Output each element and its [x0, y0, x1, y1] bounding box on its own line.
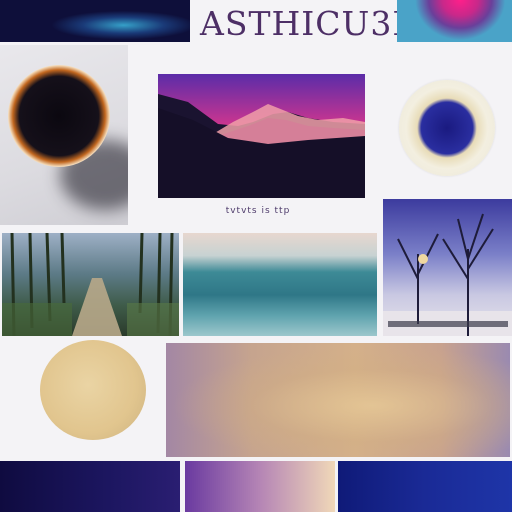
sand-texture-tile [166, 343, 510, 457]
top-left-blue-water-tile [0, 0, 190, 42]
bottom-violet-swatch [185, 461, 335, 512]
misty-lake-tile [183, 233, 377, 336]
bottom-blue-swatch [338, 461, 512, 512]
forest-path-tile [2, 233, 179, 336]
trees-scene [383, 213, 512, 336]
collage-title: ASTHICU3IC [200, 4, 433, 43]
forest-path-scene [2, 233, 179, 336]
bottom-navy-swatch [0, 461, 180, 512]
sand-circle-tile [40, 340, 146, 440]
bowl-tile [399, 80, 495, 176]
coffee-cup-tile [0, 45, 128, 225]
mountain-silhouette [158, 94, 365, 198]
coffee-cup [8, 65, 110, 167]
collage-caption: tvtvts is ttp [225, 206, 291, 216]
winter-trees-tile [383, 199, 512, 336]
mountain-sunset-tile [158, 74, 365, 198]
top-right-pink-glow-tile [397, 0, 512, 42]
